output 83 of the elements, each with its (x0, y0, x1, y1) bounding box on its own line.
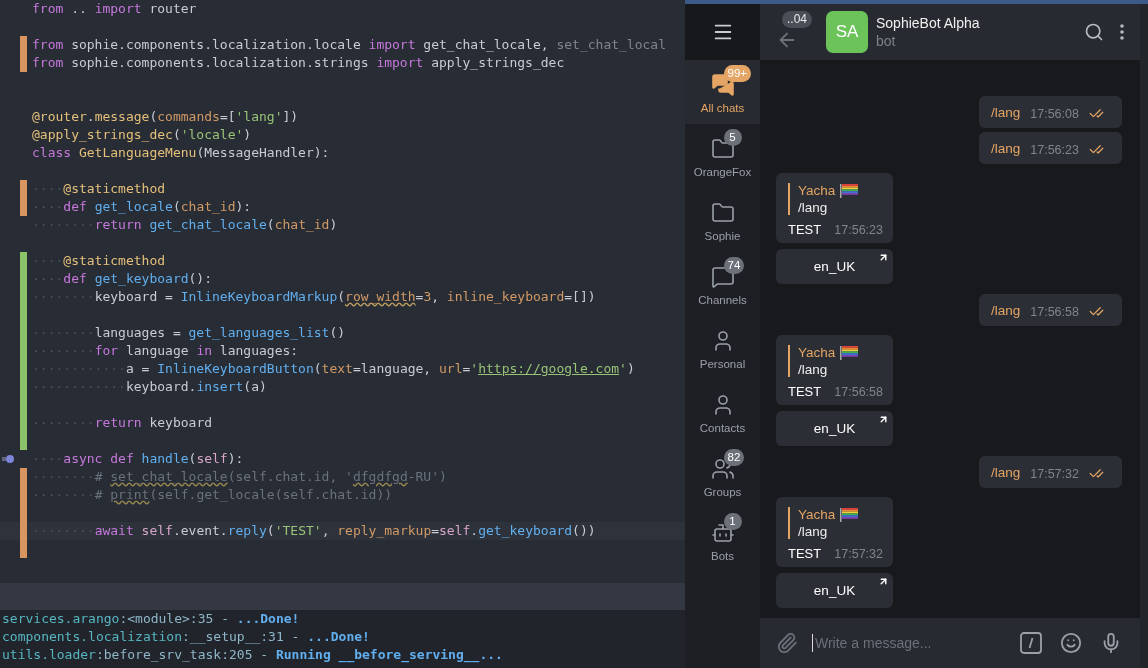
code-line: ········return get_chat_locale(chat_id) (32, 216, 338, 234)
rainbow-flag-icon (840, 345, 859, 360)
folder-tab[interactable]: 82 Groups (685, 444, 760, 508)
search-icon (1084, 22, 1104, 42)
rainbow-flag-icon (840, 183, 859, 198)
code-line: ····def get_keyboard(): (32, 270, 213, 288)
code-line: ····@staticmethod (32, 180, 166, 198)
message-time: 17:56:08 (1030, 107, 1079, 121)
more-icon (1120, 24, 1124, 40)
unread-badge: 1 (723, 512, 742, 530)
reply-text: /lang (798, 200, 829, 215)
unread-badge: ..04 (782, 11, 812, 28)
log-line: services.arango:<module>:35 - ...Done! (1, 610, 301, 628)
log-line: utils.loader:before_srv_task:205 - Running __before_serving__... (1, 646, 504, 664)
folder-tab[interactable]: 74 Channels (685, 252, 760, 316)
code-line: ····@staticmethod (32, 252, 166, 270)
folder-tab[interactable]: Personal (685, 316, 760, 380)
code-line: ········# set_chat_locale(self.chat.id, 'dfgdfgd-RU') (32, 468, 447, 486)
reply-quote[interactable]: Yacha /lang (788, 507, 883, 539)
message-text: TEST (788, 222, 822, 237)
code-line: ········return keyboard (32, 414, 213, 432)
folder-tab[interactable]: Contacts (685, 380, 760, 444)
folder-tab[interactable]: 1 Bots (685, 508, 760, 572)
log-line: components.localization:__setup__:31 - ...Done! (1, 628, 371, 646)
folder-tab[interactable]: 5 OrangeFox (685, 124, 760, 188)
code-line: ····async def handle(self): (32, 450, 244, 468)
paperclip-icon (776, 632, 798, 654)
code-line: ········for language in languages: (32, 342, 299, 360)
inline-keyboard-button[interactable]: en_UK (776, 249, 893, 284)
reply-text: /lang (798, 362, 829, 377)
message-time: 17:56:58 (834, 385, 883, 399)
message-input[interactable]: Write a message... (812, 634, 1006, 652)
message-time: 17:57:32 (1030, 467, 1079, 481)
link-arrow-icon (878, 576, 889, 587)
code-line: ············a = InlineKeyboardButton(text=language, url='https://google.com') (32, 360, 635, 378)
code-line: @apply_strings_dec('locale') (32, 126, 252, 144)
message-time: 17:57:32 (834, 547, 883, 561)
message-time: 17:56:58 (1030, 305, 1079, 319)
folder-tab[interactable]: Sophie (685, 188, 760, 252)
code-line: ············keyboard.insert(a) (32, 378, 267, 396)
code-line: @router.message(commands=['lang']) (32, 108, 299, 126)
unread-badge: 74 (723, 256, 745, 274)
code-line: ········await self.event.reply('TEST', reply_markup=self.get_keyboard()) (32, 522, 596, 540)
override-icon[interactable] (2, 454, 14, 464)
message-text: /lang (991, 302, 1021, 318)
message-time: 17:56:23 (834, 223, 883, 237)
message-text: TEST (788, 384, 822, 399)
slash-icon (1020, 632, 1042, 654)
smile-icon (1060, 632, 1082, 654)
code-line: from .. import router (32, 0, 197, 18)
unread-badge: 82 (723, 448, 745, 466)
unread-badge: 5 (723, 128, 742, 146)
folder-icon (710, 200, 735, 225)
folder-tab[interactable]: 99+ All chats (685, 60, 760, 124)
back-button[interactable]: ..04 (772, 9, 818, 55)
link-arrow-icon (878, 414, 889, 425)
inline-keyboard-button[interactable]: en_UK (776, 573, 893, 608)
code-line: ········keyboard = InlineKeyboardMarkup(row_width=3, inline_keyboard=[]) (32, 288, 596, 306)
reply-author: Yacha (798, 183, 836, 198)
code-line: class GetLanguageMenu(MessageHandler): (32, 144, 330, 162)
unread-badge: 99+ (723, 64, 751, 82)
reply-quote[interactable]: Yacha /lang (788, 345, 883, 377)
message-time: 17:56:23 (1030, 143, 1079, 157)
reply-author: Yacha (798, 345, 836, 360)
scrollbar[interactable] (1140, 4, 1148, 668)
message-text: /lang (991, 104, 1021, 120)
link-arrow-icon (878, 252, 889, 263)
reply-author: Yacha (798, 507, 836, 522)
message-text: /lang (991, 140, 1021, 156)
code-line: from sophie.components.localization.strings import apply_strings_dec (32, 54, 565, 72)
code-line: ····def get_locale(chat_id): (32, 198, 252, 216)
reply-quote[interactable]: Yacha /lang (788, 183, 883, 215)
chat-title: SophieBot Alpha (876, 15, 981, 31)
code-line: ········languages = get_languages_list() (32, 324, 346, 342)
reply-text: /lang (798, 524, 829, 539)
message-text: /lang (991, 464, 1021, 480)
rainbow-flag-icon (840, 507, 859, 522)
menu-button[interactable] (685, 4, 760, 60)
inline-keyboard-button[interactable]: en_UK (776, 411, 893, 446)
code-line: from sophie.components.localization.locale import get_chat_locale, set_chat_local (32, 36, 666, 54)
message-text: TEST (788, 546, 822, 561)
code-line: ········# print(self.get_locale(self.chat.id)) (32, 486, 393, 504)
chat-subtitle: bot (876, 33, 897, 49)
